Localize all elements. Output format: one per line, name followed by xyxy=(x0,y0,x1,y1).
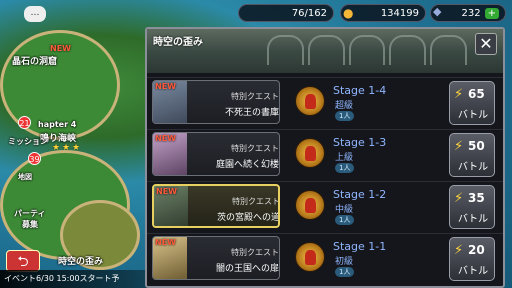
quest-panel: 時空の歪み ✕ NEW 特別クエスト 不死王の書庫 Stage 1-4 超級 1… xyxy=(145,27,505,288)
battle-button[interactable]: ⚡ 50 バトル xyxy=(449,133,495,177)
new-tag: NEW xyxy=(156,187,177,196)
stamina-cost: 50 xyxy=(468,139,485,153)
difficulty: 中級 xyxy=(335,205,354,215)
stage-name: Stage 1-3 xyxy=(333,136,387,149)
battle-label: バトル xyxy=(457,162,489,173)
difficulty: 超級 xyxy=(335,101,354,111)
star-icon: ★ xyxy=(72,143,81,153)
new-tag: NEW xyxy=(155,82,176,91)
chat-button[interactable]: … xyxy=(24,6,46,22)
party-size: 1人 xyxy=(335,215,355,225)
gem-bar: ◆ 232 + xyxy=(430,4,506,22)
gem-icon: ◆ xyxy=(433,5,442,18)
quest-row: NEW 特別クエスト 茨の宮殿への道 Stage 1-2 中級 1人 ⚡ 35 … xyxy=(147,181,503,233)
recruit-label: 募集 xyxy=(22,220,38,229)
star-icon: ★ xyxy=(52,143,61,153)
stamina-bolt-icon: ⚡ xyxy=(454,139,464,154)
battle-label: バトル xyxy=(457,266,489,277)
quest-name: 庭園へ続く幻楼 xyxy=(215,160,279,170)
quest-type: 特別クエスト xyxy=(231,144,279,153)
star-icon: ★ xyxy=(62,143,71,153)
new-tag: NEW xyxy=(155,238,176,247)
cave-new-tag: NEW xyxy=(50,44,71,53)
battle-button[interactable]: ⚡ 65 バトル xyxy=(449,81,495,125)
panel-header: 時空の歪み ✕ xyxy=(147,29,503,73)
coin-value: 134199 xyxy=(380,7,419,19)
party-size: 1人 xyxy=(335,163,355,173)
quest-card-selected[interactable]: NEW 特別クエスト 茨の宮殿への道 xyxy=(152,184,280,228)
panel-title: 時空の歪み xyxy=(153,37,203,48)
quest-card[interactable]: NEW 特別クエスト 庭園へ続く幻楼 xyxy=(152,132,280,176)
battle-label: バトル xyxy=(457,214,489,225)
quest-type: 特別クエスト xyxy=(231,248,279,257)
stamina-bolt-icon: ⚡ xyxy=(454,191,464,206)
stamina-cost: 20 xyxy=(468,243,485,257)
battle-button[interactable]: ⚡ 35 バトル xyxy=(449,185,495,229)
notification-badge: 39 xyxy=(28,152,41,165)
party-size: 1人 xyxy=(335,267,355,277)
quest-row: NEW 特別クエスト 闇の王国への扉 Stage 1-1 初級 1人 ⚡ 20 … xyxy=(147,233,503,285)
back-button[interactable]: ⮌ xyxy=(6,250,40,272)
quest-name: 闇の王国への扉 xyxy=(215,264,279,274)
quest-row: NEW 特別クエスト 庭園へ続く幻楼 Stage 1-3 上級 1人 ⚡ 50 … xyxy=(147,129,503,181)
difficulty: 上級 xyxy=(335,153,354,163)
stamina-bar: 76/162 xyxy=(238,4,334,22)
battle-label: バトル xyxy=(457,110,489,121)
stage-name: Stage 1-2 xyxy=(333,188,387,201)
boss-emblem-icon xyxy=(295,138,325,168)
stamina-bolt-icon: ⚡ xyxy=(454,87,464,102)
chapter-label: hapter 4 xyxy=(38,120,77,129)
mission-label[interactable]: ミッション xyxy=(8,136,48,147)
quest-list: NEW 特別クエスト 不死王の書庫 Stage 1-4 超級 1人 ⚡ 65 バ… xyxy=(147,77,503,285)
party-size: 1人 xyxy=(335,111,355,121)
boss-emblem-icon xyxy=(295,86,325,116)
quest-row: NEW 特別クエスト 不死王の書庫 Stage 1-4 超級 1人 ⚡ 65 バ… xyxy=(147,77,503,129)
boss-emblem-icon xyxy=(295,190,325,220)
map-menu-label[interactable]: 地図 xyxy=(18,172,32,182)
cave-label[interactable]: 晶石の洞窟 xyxy=(12,54,57,67)
quest-card[interactable]: NEW 特別クエスト 不死王の書庫 xyxy=(152,80,280,124)
stamina-cost: 65 xyxy=(468,87,485,101)
quest-type: 特別クエスト xyxy=(232,197,280,206)
distortion-label[interactable]: 時空の歪み xyxy=(58,254,103,267)
new-tag: NEW xyxy=(155,134,176,143)
gem-value: 232 xyxy=(461,7,481,19)
coin-icon: ● xyxy=(343,6,354,20)
mission-badge: 21 xyxy=(18,116,31,129)
header-art xyxy=(267,35,467,65)
quest-name: 不死王の書庫 xyxy=(224,108,279,118)
difficulty: 初級 xyxy=(335,257,354,267)
coin-bar: ● 134199 xyxy=(340,4,426,22)
battle-button[interactable]: ⚡ 20 バトル xyxy=(449,237,495,281)
boss-emblem-icon xyxy=(295,242,325,272)
party-label[interactable]: パーティ xyxy=(14,208,46,219)
add-gems-button[interactable]: + xyxy=(484,7,499,19)
quest-type: 特別クエスト xyxy=(231,92,279,101)
close-button[interactable]: ✕ xyxy=(475,33,497,55)
quest-name: 茨の宮殿への道 xyxy=(216,213,280,223)
stamina-cost: 35 xyxy=(468,191,485,205)
stage-name: Stage 1-4 xyxy=(333,84,387,97)
stamina-bolt-icon: ⚡ xyxy=(454,243,464,258)
stamina-value: 76/162 xyxy=(291,7,327,19)
quest-card[interactable]: NEW 特別クエスト 闇の王国への扉 xyxy=(152,236,280,280)
stage-name: Stage 1-1 xyxy=(333,240,387,253)
